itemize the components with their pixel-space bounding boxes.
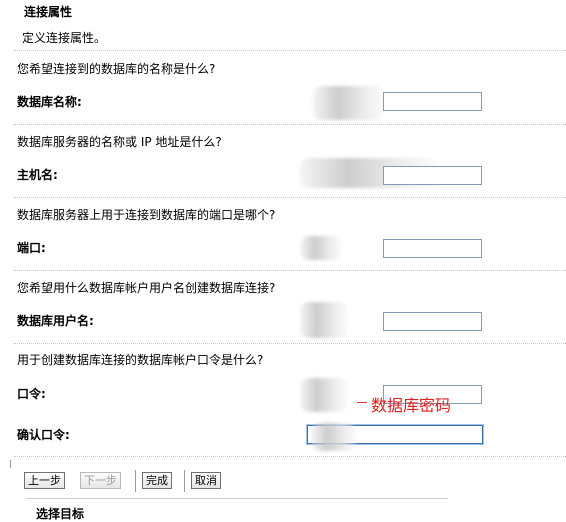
redacted-value	[300, 236, 342, 260]
finish-button[interactable]: 完成	[142, 472, 172, 489]
separator	[135, 470, 136, 492]
divider	[14, 197, 566, 198]
annotation-text: 数据库密码	[371, 396, 452, 415]
db-user-question: 您希望用什么数据库帐户用户名创建数据库连接?	[17, 281, 276, 295]
cancel-button[interactable]: 取消	[191, 472, 221, 489]
port-input[interactable]	[383, 239, 482, 258]
redacted-value	[300, 378, 348, 412]
host-label: 主机名:	[17, 168, 58, 182]
divider	[14, 270, 566, 271]
db-name-question: 您希望连接到的数据库的名称是什么?	[17, 62, 216, 76]
redacted-value	[313, 86, 385, 120]
port-question: 数据库服务器上用于连接到数据库的端口是哪个?	[17, 208, 276, 222]
separator	[184, 470, 185, 492]
host-input[interactable]	[383, 166, 482, 185]
divider	[14, 124, 566, 125]
divider	[14, 456, 566, 457]
page-subtitle: 定义连接属性。	[22, 31, 107, 45]
separator	[10, 460, 11, 468]
port-label: 端口:	[17, 241, 46, 255]
next-section-title: 选择目标	[36, 507, 85, 521]
redacted-value	[300, 302, 348, 338]
password-question: 用于创建数据库连接的数据库帐户口令是什么?	[17, 353, 264, 367]
password-label: 口令:	[17, 387, 46, 401]
db-user-label: 数据库用户名:	[17, 314, 94, 328]
redacted-value	[311, 423, 357, 451]
divider	[14, 50, 566, 51]
annotation-pointer	[357, 402, 367, 403]
host-question: 数据库服务器的名称或 IP 地址是什么?	[17, 135, 222, 149]
back-button[interactable]: 上一步	[24, 472, 65, 489]
divider	[14, 343, 566, 344]
confirm-password-label: 确认口令:	[17, 428, 70, 442]
db-user-input[interactable]	[383, 312, 482, 331]
db-name-label: 数据库名称:	[17, 95, 82, 109]
divider	[26, 498, 448, 499]
db-name-input[interactable]	[383, 92, 482, 111]
page-title: 连接属性	[24, 5, 73, 19]
next-button[interactable]: 下一步	[80, 472, 121, 489]
